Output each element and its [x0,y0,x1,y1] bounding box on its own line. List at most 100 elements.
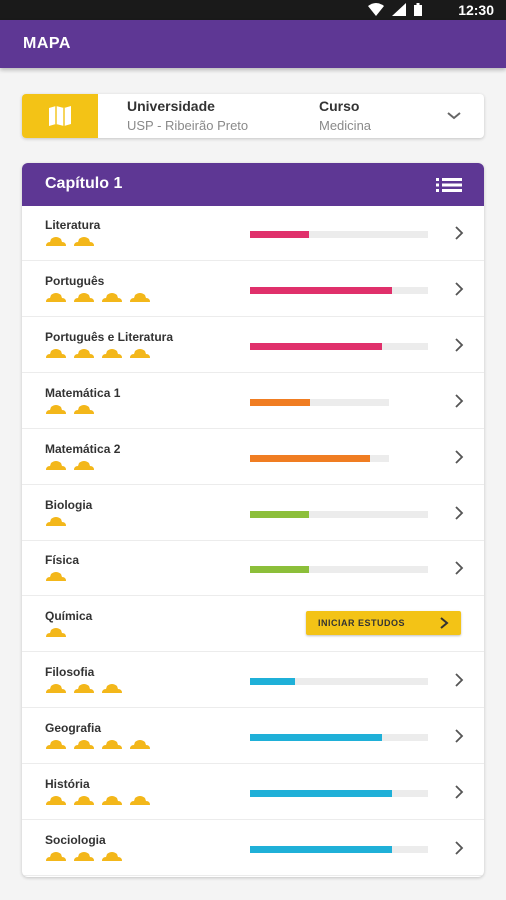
course-label: Curso [319,98,360,114]
subject-stars [45,795,151,806]
star-icon [74,684,94,694]
subject-row[interactable]: Matemática 2 [22,430,484,485]
subject-stars [45,348,151,359]
star-icon [46,851,66,861]
chevron-right-icon[interactable] [454,394,464,408]
subject-row[interactable]: Literatura [22,206,484,261]
star-icon [102,851,122,861]
list-icon[interactable] [436,177,462,193]
star-icon [74,796,94,805]
status-icons [368,3,422,16]
subject-stars [45,404,95,415]
subject-row[interactable]: Filosofia [22,653,484,709]
star-icon [102,348,122,358]
star-icon [130,740,150,750]
star-icon [46,292,66,302]
progress-fill [250,398,310,406]
chevron-right-icon[interactable] [454,729,464,743]
subject-name: Matemática 2 [45,441,121,456]
progress-track [250,845,428,853]
page-title: MAPA [23,35,71,52]
progress-fill [250,454,370,462]
chevron-right-icon[interactable] [454,282,464,296]
progress-track [250,231,428,238]
subject-name: Português e Literatura [45,329,174,344]
progress-track [250,678,428,686]
subject-name: Física [45,553,80,568]
university-column: Universidade USP - Ribeirão Preto [127,98,248,133]
start-studies-label: INICIAR ESTUDOS [318,618,406,629]
chevron-right-icon[interactable] [454,226,464,240]
subject-stars [45,571,67,582]
subject-name: Matemática 1 [45,385,121,400]
course-selector[interactable]: Universidade USP - Ribeirão Preto Curso … [22,94,484,138]
progress-fill [250,342,382,350]
chevron-right-icon[interactable] [454,561,464,576]
progress-track [250,398,389,406]
star-icon [74,851,94,861]
subject-name: Português [45,273,105,288]
map-icon [49,106,71,126]
progress-fill [250,286,392,294]
subject-name: Filosofia [45,665,95,680]
chevron-down-icon[interactable] [446,108,462,124]
progress-fill [250,845,392,853]
chevron-right-icon[interactable] [454,505,464,520]
subject-row[interactable]: Sociologia [22,821,484,876]
subject-name: Sociologia [45,832,106,847]
subject-row[interactable]: Química INICIAR ESTUDOS [22,597,484,653]
star-icon [46,237,66,246]
chevron-right-icon [440,617,449,630]
signal-icon [392,3,406,16]
subject-name: Geografia [45,721,102,736]
chevron-right-icon[interactable] [454,841,464,855]
subject-row[interactable]: Geografia [22,709,484,765]
course-value: Medicina [319,118,372,133]
subject-stars [45,627,67,638]
star-icon [46,572,66,582]
subject-stars [45,292,151,303]
progress-fill [250,678,295,686]
chapter-header: Capítulo 1 [22,163,484,206]
chevron-right-icon[interactable] [454,338,464,352]
subject-name: Biologia [45,497,93,512]
star-icon [74,404,94,414]
subject-row[interactable]: Português e Literatura [22,318,484,373]
subject-name: História [45,777,90,791]
subject-row[interactable]: Física [22,541,484,597]
star-icon [102,684,122,694]
subject-stars [45,683,123,694]
star-icon [130,796,150,805]
star-icon [46,348,66,358]
subject-stars [45,739,151,750]
star-icon [102,796,122,805]
progress-track [250,734,428,742]
progress-track [250,510,428,518]
star-icon [46,516,66,526]
progress-track [250,790,428,797]
subject-row[interactable]: Matemática 1 [22,374,484,429]
star-icon [46,628,66,638]
star-icon [130,292,150,302]
progress-fill [250,566,309,574]
star-icon [74,460,94,470]
chevron-right-icon[interactable] [454,785,464,799]
subject-row[interactable]: História [22,765,484,820]
star-icon [46,404,66,414]
subject-stars [45,851,123,862]
chevron-right-icon[interactable] [454,673,464,687]
chevron-right-icon[interactable] [454,449,464,464]
subject-row[interactable]: Biologia [22,486,484,541]
start-studies-button[interactable]: INICIAR ESTUDOS [306,611,461,636]
subject-stars [45,460,95,471]
progress-track [250,566,428,574]
progress-track [250,342,428,350]
star-icon [46,740,66,750]
map-button[interactable] [22,94,98,138]
subject-row[interactable]: Português [22,262,484,317]
university-value: USP - Ribeirão Preto [127,118,249,133]
star-icon [74,292,94,302]
star-icon [102,292,122,302]
university-label: Universidade [127,98,215,114]
chapter-title: Capítulo 1 [45,175,123,192]
